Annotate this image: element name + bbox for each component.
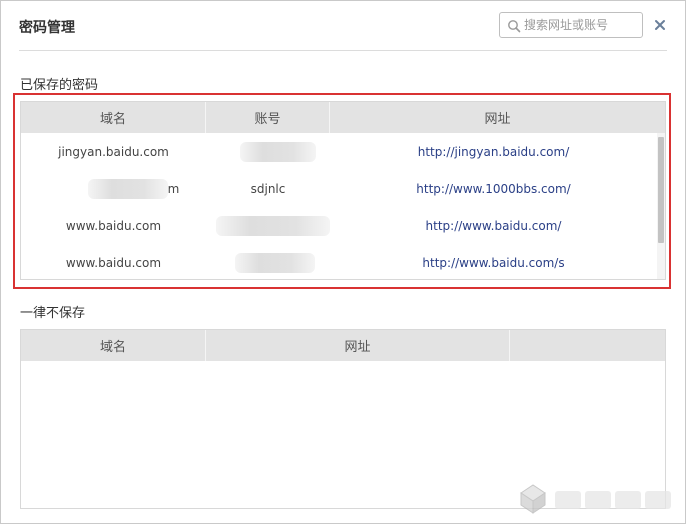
account-cell xyxy=(206,133,330,170)
column-header-domain[interactable]: 域名 xyxy=(21,102,206,133)
url-cell: http://jingyan.baidu.com/ xyxy=(417,144,570,159)
table-row[interactable]: www.baidu.com http://www.baidu.com/s xyxy=(21,244,665,281)
url-cell: http://www.baidu.com/s xyxy=(422,255,565,270)
scrollbar-thumb[interactable] xyxy=(658,137,664,243)
table-row[interactable]: m sdjnlc http://www.1000bbs.com/ xyxy=(21,170,665,207)
site-logo xyxy=(520,484,671,514)
table-header: 域名 账号 网址 xyxy=(21,102,665,133)
account-cell: sdjnlc xyxy=(250,181,286,196)
account-cell xyxy=(206,244,330,281)
column-header-domain[interactable]: 域名 xyxy=(21,330,206,361)
masked-account xyxy=(216,215,330,236)
domain-cell: www.baidu.com xyxy=(65,218,162,233)
column-header-empty xyxy=(510,330,665,361)
saved-passwords-label: 已保存的密码 xyxy=(20,78,99,93)
vertical-scrollbar[interactable] xyxy=(657,133,665,279)
header-divider xyxy=(19,50,667,51)
masked-domain xyxy=(87,178,168,199)
search-input[interactable] xyxy=(524,15,636,35)
search-box[interactable] xyxy=(499,12,643,38)
url-cell: http://www.baidu.com/ xyxy=(425,218,562,233)
column-header-url[interactable]: 网址 xyxy=(206,330,510,361)
url-cell: http://www.1000bbs.com/ xyxy=(416,181,571,196)
account-cell xyxy=(206,207,330,244)
dialog-title: 密码管理 xyxy=(19,20,75,36)
password-manager-dialog: 密码管理 已保存的密码 域名 账号 网址 jingyan.baidu.com h… xyxy=(0,0,686,524)
search-icon xyxy=(508,20,521,33)
never-save-label: 一律不保存 xyxy=(20,306,86,321)
domain-cell: jingyan.baidu.com xyxy=(58,144,169,159)
domain-cell: m xyxy=(21,170,206,207)
table-header: 域名 网址 xyxy=(21,330,665,361)
domain-cell: www.baidu.com xyxy=(65,255,162,270)
table-row[interactable]: www.baidu.com http://www.baidu.com/ xyxy=(21,207,665,244)
table-row[interactable]: jingyan.baidu.com http://jingyan.baidu.c… xyxy=(21,133,665,170)
domain-visible-suffix: m xyxy=(167,181,180,196)
close-icon[interactable] xyxy=(653,18,667,32)
column-header-url[interactable]: 网址 xyxy=(330,102,665,133)
masked-account xyxy=(235,252,315,273)
masked-account xyxy=(240,141,316,162)
saved-passwords-table: 域名 账号 网址 jingyan.baidu.com http://jingya… xyxy=(20,101,666,280)
column-header-account[interactable]: 账号 xyxy=(206,102,330,133)
